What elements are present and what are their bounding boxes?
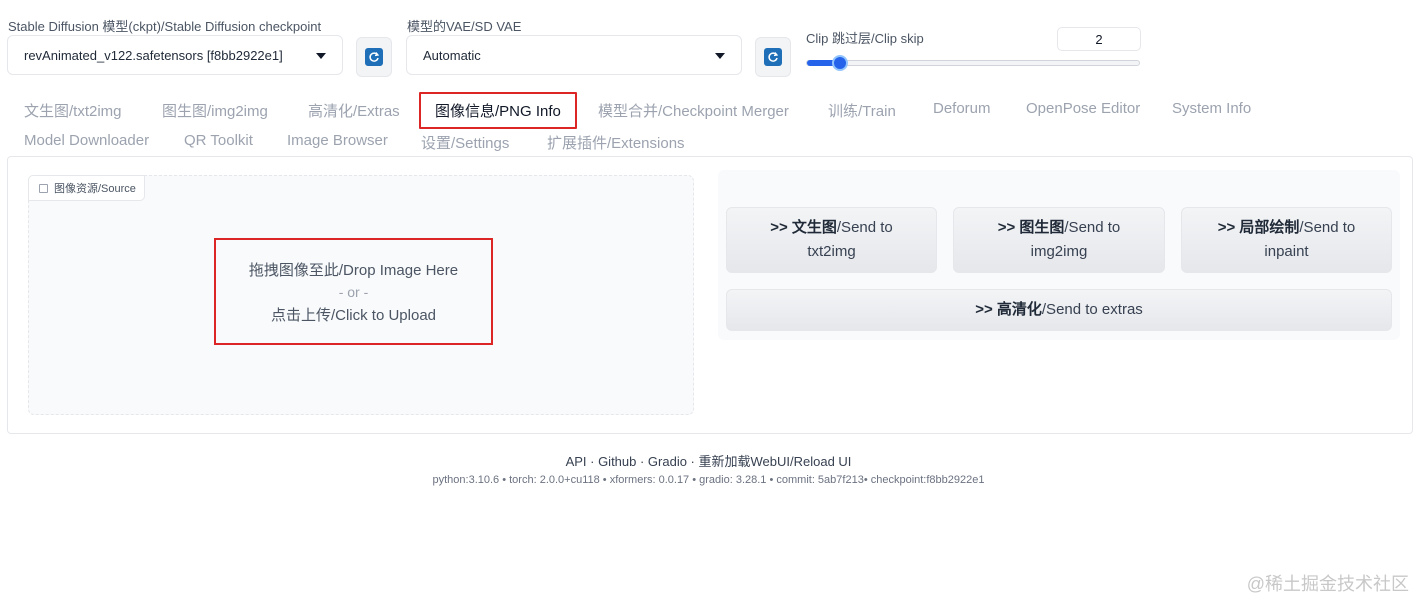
chevron-down-icon: [316, 53, 326, 59]
send-extras-text: /Send to extras: [1041, 301, 1143, 318]
footer-links[interactable]: API · Github · Gradio · 重新加载WebUI/Reload…: [0, 451, 1417, 470]
send-to-img2img-button[interactable]: >> 图生图/Send to img2img: [953, 207, 1165, 273]
send-inpaint-target: inpaint: [1264, 243, 1309, 260]
send-txt2img-target: txt2img: [807, 243, 856, 260]
send-txt2img-bold: >> 文生图: [770, 219, 837, 236]
click-upload-text: 点击上传/Click to Upload: [270, 306, 437, 324]
send-to-extras-button[interactable]: >> 高清化/Send to extras: [726, 289, 1392, 331]
tab-deforum[interactable]: Deforum: [933, 100, 991, 117]
send-inpaint-text: /Send to: [1299, 219, 1356, 236]
slider-thumb[interactable]: [832, 55, 849, 71]
tab-openpose-editor[interactable]: OpenPose Editor: [1026, 100, 1140, 117]
vae-label: 模型的VAE/SD VAE: [407, 19, 522, 34]
tab-extensions[interactable]: 扩展插件/Extensions: [547, 132, 685, 153]
clip-skip-number-input[interactable]: 2: [1057, 27, 1141, 51]
image-icon: [39, 183, 48, 193]
refresh-icon: [365, 48, 383, 66]
version-info: python:3.10.6 • torch: 2.0.0+cu118 • xfo…: [432, 474, 985, 486]
checkpoint-select[interactable]: revAnimated_v122.safetensors [f8bb2922e1…: [7, 35, 343, 75]
chevron-down-icon: [715, 53, 725, 59]
drop-image-text: 拖拽图像至此/Drop Image Here: [248, 261, 459, 279]
tab-system-info[interactable]: System Info: [1172, 100, 1251, 117]
tab-txt2img[interactable]: 文生图/txt2img: [24, 100, 122, 121]
or-text: - or -: [338, 283, 369, 300]
vae-select[interactable]: Automatic: [406, 35, 742, 75]
tab-model-downloader[interactable]: Model Downloader: [24, 132, 149, 149]
refresh-icon: [764, 48, 782, 66]
send-to-txt2img-button[interactable]: >> 文生图/Send to txt2img: [726, 207, 937, 273]
send-extras-bold: >> 高清化: [975, 301, 1042, 318]
send-img2img-text: /Send to: [1064, 219, 1121, 236]
checkpoint-value: revAnimated_v122.safetensors [f8bb2922e1…: [24, 47, 283, 63]
send-txt2img-text: /Send to: [836, 219, 893, 236]
clip-skip-slider[interactable]: [806, 55, 1140, 71]
tab-img2img[interactable]: 图生图/img2img: [162, 100, 268, 121]
tab-checkpoint-merger[interactable]: 模型合并/Checkpoint Merger: [598, 100, 789, 121]
watermark: @稀土掘金技术社区: [1246, 574, 1409, 594]
tab-settings[interactable]: 设置/Settings: [421, 132, 509, 153]
send-to-inpaint-button[interactable]: >> 局部绘制/Send to inpaint: [1181, 207, 1392, 273]
send-img2img-target: img2img: [1030, 243, 1088, 260]
refresh-vae-button[interactable]: [755, 37, 791, 77]
checkpoint-label: Stable Diffusion 模型(ckpt)/Stable Diffusi…: [8, 19, 322, 34]
tab-train[interactable]: 训练/Train: [828, 100, 896, 121]
tab-png-info[interactable]: 图像信息/PNG Info: [419, 92, 577, 129]
tab-qr-toolkit[interactable]: QR Toolkit: [184, 132, 253, 149]
refresh-checkpoint-button[interactable]: [356, 37, 392, 77]
clip-skip-label: Clip 跳过层/Clip skip: [806, 31, 924, 46]
tab-image-browser[interactable]: Image Browser: [287, 132, 388, 149]
send-img2img-bold: >> 图生图: [997, 219, 1065, 236]
upload-target[interactable]: 拖拽图像至此/Drop Image Here - or - 点击上传/Click…: [214, 238, 493, 345]
vae-value: Automatic: [423, 47, 481, 63]
image-source-label: 图像资源/Source: [54, 183, 136, 195]
send-inpaint-bold: >> 局部绘制: [1217, 219, 1300, 236]
tab-extras[interactable]: 高清化/Extras: [308, 100, 400, 121]
image-source-tag: 图像资源/Source: [28, 175, 145, 201]
